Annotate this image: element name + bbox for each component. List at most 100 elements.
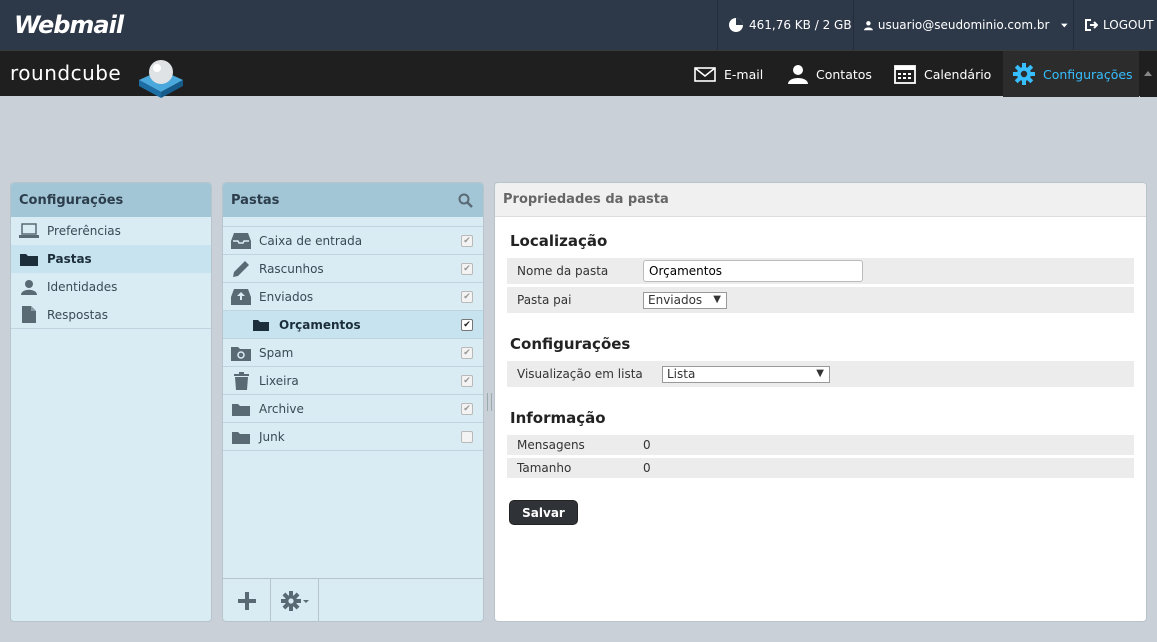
subscribe-checkbox[interactable]: ✔ [461,291,473,303]
nav-calendario[interactable]: Calendário [894,51,991,97]
folder-row[interactable]: Lixeira ✔ [223,367,483,395]
folder-form: Localização Nome da pasta Pasta pai Envi… [495,232,1146,525]
top-bar: Webmail 461,76 KB / 2 GB usuario@seudomi… [0,0,1157,50]
trash-icon [231,371,251,391]
folder-label: Spam [259,345,294,360]
folder-row[interactable]: Archive ✔ [223,395,483,423]
settings-item-pastas[interactable]: Pastas [11,245,211,273]
folder-row[interactable]: Caixa de entrada ✔ [223,227,483,255]
section-settings: Configurações [510,335,631,353]
user-icon [864,20,873,30]
collapse-toggle[interactable] [1140,51,1157,97]
dropdown-arrow-icon: ▼ [713,293,721,305]
size-row: Tamanho 0 [507,458,1134,478]
add-folder-button[interactable] [223,579,271,621]
subscribe-checkbox[interactable]: ✔ [461,263,473,275]
list-view-select[interactable]: Lista ▼ [662,365,830,383]
roundcube-logo-icon [139,60,183,98]
panel-splitter[interactable] [487,393,492,411]
folder-actions-button[interactable] [271,579,319,621]
inbox-icon [231,231,251,251]
folder-label: Lixeira [259,373,299,388]
settings-item-respostas[interactable]: Respostas [11,301,211,329]
document-icon [19,305,39,325]
gear-icon [1013,63,1035,85]
settings-item-label: Respostas [47,307,108,322]
folder-row[interactable]: Junk [223,423,483,451]
laptop-icon [19,221,39,241]
user-menu[interactable]: usuario@seudominio.com.br [853,0,1073,50]
spam-icon [231,343,251,363]
pie-chart-icon [729,18,743,32]
parent-folder-row: Pasta pai Enviados ▼ [507,287,1134,313]
caret-down-icon [1061,23,1068,27]
settings-panel-title: Configurações [11,183,211,217]
folder-name-label: Nome da pasta [517,264,609,278]
subscribe-checkbox[interactable]: ✔ [461,347,473,359]
messages-label: Mensagens [517,438,585,452]
logout-button[interactable]: LOGOUT [1073,0,1157,50]
folder-label: Caixa de entrada [259,233,363,248]
nav-configuracoes[interactable]: Configurações [1003,51,1139,97]
folders-panel: Pastas Caixa de entrada ✔ Rascunhos ✔ En… [222,182,484,622]
section-location: Localização [510,232,608,250]
nav-email-label: E-mail [724,66,764,82]
folder-row[interactable]: Spam ✔ [223,339,483,367]
settings-item-identidades[interactable]: Identidades [11,273,211,301]
caret-up-icon [1144,71,1152,76]
subscribe-checkbox[interactable]: ✔ [461,403,473,415]
parent-folder-label: Pasta pai [517,293,572,307]
settings-item-preferencias[interactable]: Preferências [11,217,211,245]
folder-row[interactable]: Rascunhos ✔ [223,255,483,283]
settings-item-label: Pastas [47,252,92,266]
person-icon [19,277,39,297]
messages-value: 0 [643,438,651,452]
folder-label: Enviados [259,289,314,304]
user-email: usuario@seudominio.com.br [877,18,1050,32]
settings-sections-panel: Configurações Preferências Pastas Identi… [10,182,212,622]
webmail-logo: Webmail [14,11,124,39]
person-icon [788,65,808,84]
quota-indicator: 461,76 KB / 2 GB [717,0,853,50]
nav-email[interactable]: E-mail [694,51,763,97]
folder-label: Orçamentos [279,317,361,332]
plus-icon [237,591,256,610]
subscribe-checkbox[interactable]: ✔ [461,319,473,331]
folders-panel-title: Pastas [223,183,483,217]
folder-icon [231,427,251,447]
folder-label: Archive [259,401,304,416]
parent-folder-value: Enviados [648,293,703,307]
search-icon[interactable] [458,193,473,208]
pencil-icon [231,259,251,279]
size-value: 0 [643,461,651,475]
list-view-label: Visualização em lista [517,367,643,381]
folders-footer [223,578,483,621]
settings-item-label: Preferências [47,224,121,238]
roundcube-logo-text: roundcube [10,61,122,85]
subscribe-checkbox[interactable]: ✔ [461,235,473,247]
folder-icon [231,399,251,419]
folder-properties-panel: Propriedades da pasta Localização Nome d… [494,182,1147,622]
folder-name-input[interactable] [643,260,863,282]
nav-contatos[interactable]: Contatos [788,51,872,97]
folder-row-selected[interactable]: Orçamentos ✔ [223,311,483,339]
nav-contatos-label: Contatos [816,66,872,82]
calendar-icon [894,65,916,84]
subscribe-checkbox[interactable]: ✔ [461,375,473,387]
logout-label: LOGOUT [1103,18,1154,32]
envelope-icon [694,66,716,82]
folder-row[interactable]: Enviados ✔ [223,283,483,311]
folder-label: Junk [259,429,285,444]
settings-list: Preferências Pastas Identidades Resposta… [11,217,211,329]
subscribe-checkbox[interactable] [461,431,473,443]
list-view-row: Visualização em lista Lista ▼ [507,361,1134,387]
folder-name-row: Nome da pasta [507,258,1134,284]
dropdown-arrow-icon: ▼ [816,367,824,379]
folder-icon [19,249,39,269]
folder-label: Rascunhos [259,261,324,276]
nav-calendario-label: Calendário [924,66,992,82]
sent-icon [231,287,251,307]
save-button[interactable]: Salvar [509,500,578,525]
parent-folder-select[interactable]: Enviados ▼ [643,291,727,309]
settings-item-label: Identidades [47,280,118,294]
